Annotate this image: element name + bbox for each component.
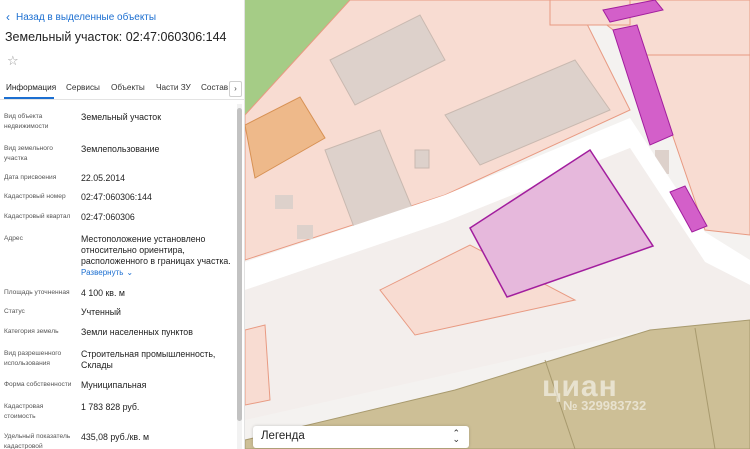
attr-value: Земли населенных пунктов bbox=[81, 327, 193, 337]
attr-label: Площадь уточненная bbox=[4, 289, 70, 296]
attr-value: Землепользование bbox=[81, 144, 160, 154]
attr-value: Учтенный bbox=[81, 307, 121, 317]
attr-label: Кадастровый номер bbox=[4, 193, 66, 200]
cadastral-map[interactable]: циан № 329983732 Легенда ⌃ ⌄ bbox=[245, 0, 750, 449]
favorite-star-icon[interactable]: ☆ bbox=[7, 54, 21, 68]
attr-label: Вид объекта недвижимости bbox=[4, 113, 49, 130]
back-link[interactable]: ‹ Назад в выделенные объекты bbox=[6, 9, 156, 25]
expand-link-label: Развернуть bbox=[81, 268, 124, 277]
attr-value: 4 100 кв. м bbox=[81, 288, 125, 298]
map-canvas[interactable] bbox=[245, 0, 750, 449]
watermark-id: № 329983732 bbox=[563, 398, 647, 413]
attr-value: 02:47:060306 bbox=[81, 212, 135, 222]
attr-label: Адрес bbox=[4, 235, 23, 242]
attr-value: Земельный участок bbox=[81, 112, 162, 122]
attr-label: Вид земельного участка bbox=[4, 145, 53, 162]
attr-label: Статус bbox=[4, 308, 25, 315]
expand-address-link[interactable]: Развернуть ⌄ bbox=[81, 268, 133, 277]
attr-value: Муниципальная bbox=[81, 380, 147, 390]
tab-objects[interactable]: Объекты bbox=[111, 83, 145, 92]
tab-scroll-right-button[interactable]: › bbox=[229, 81, 242, 97]
page-title: Земельный участок: 02:47:060306:144 bbox=[5, 30, 227, 44]
attr-value: Местоположение установлено относительно … bbox=[81, 234, 231, 266]
attr-label: Дата присвоения bbox=[4, 174, 57, 181]
tab-info[interactable]: Информация bbox=[6, 83, 56, 92]
tab-parts[interactable]: Части ЗУ bbox=[156, 83, 191, 92]
attr-value: 22.05.2014 bbox=[81, 173, 126, 183]
attr-label: Вид разрешенного использования bbox=[4, 350, 62, 367]
attr-value: 02:47:060306:144 bbox=[81, 192, 152, 202]
attr-label: Категория земель bbox=[4, 328, 59, 335]
chevron-left-icon: ‹ bbox=[6, 10, 10, 24]
attr-label: Форма собственности bbox=[4, 381, 72, 388]
active-tab-indicator bbox=[4, 97, 54, 99]
legend-label: Легенда bbox=[261, 430, 305, 442]
back-link-label: Назад в выделенные объекты bbox=[16, 11, 157, 23]
panel-scrollbar-thumb[interactable] bbox=[237, 108, 242, 421]
info-panel: ‹ Назад в выделенные объекты Земельный у… bbox=[0, 0, 245, 449]
expand-collapse-icon: ⌃ ⌄ bbox=[452, 428, 460, 444]
tab-bar: Информация Сервисы Объекты Части ЗУ Сост… bbox=[0, 78, 244, 100]
attr-value: 1 783 828 руб. bbox=[81, 402, 140, 412]
legend-dropdown[interactable]: Легенда ⌃ ⌄ bbox=[253, 426, 469, 448]
attr-label: Кадастровая стоимость bbox=[4, 403, 44, 420]
chevron-down-icon: ⌄ bbox=[126, 268, 134, 277]
tab-services[interactable]: Сервисы bbox=[66, 83, 100, 92]
attr-value: 435,08 руб./кв. м bbox=[81, 432, 150, 442]
tab-composition[interactable]: Состав bbox=[201, 83, 228, 92]
attr-value: Строительная промышленность, Склады bbox=[81, 349, 216, 370]
attr-label: Кадастровый квартал bbox=[4, 213, 71, 220]
attr-label: Удельный показатель кадастровой bbox=[4, 433, 71, 449]
